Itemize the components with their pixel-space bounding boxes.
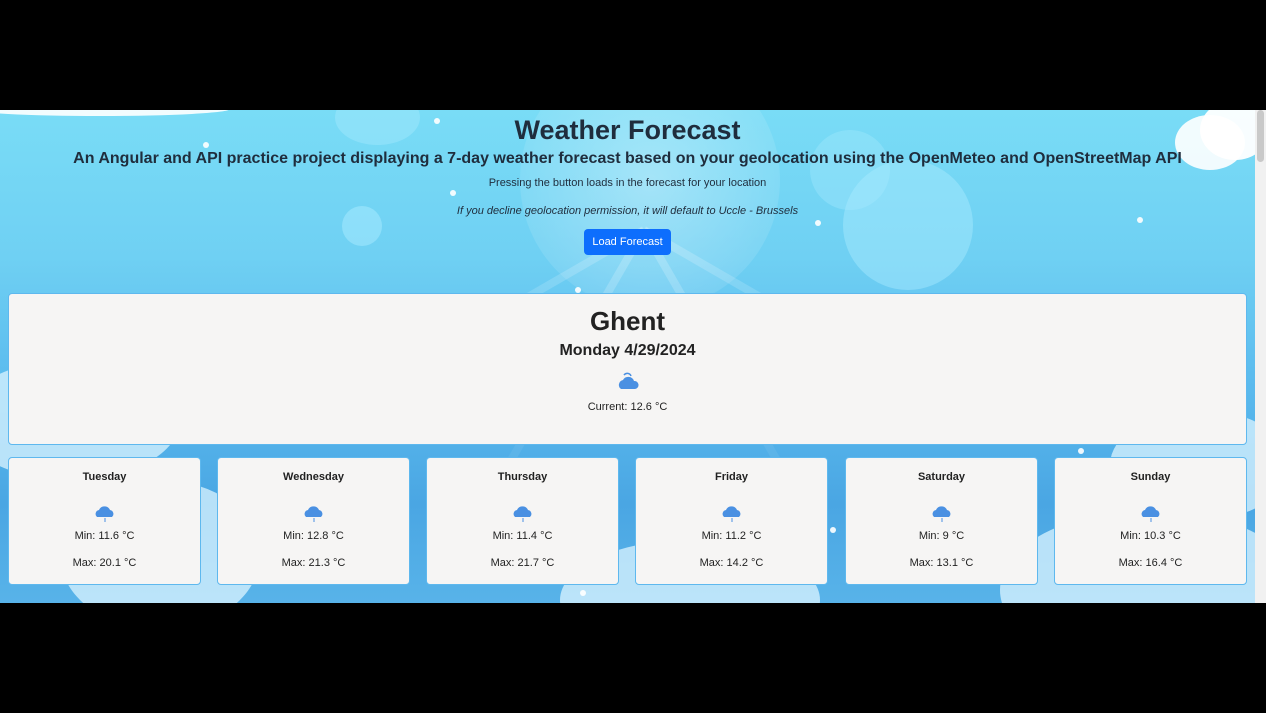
max-temperature: Max: 21.3 °C (281, 557, 346, 569)
cloud-rain-icon (302, 504, 326, 524)
cloud-rain-icon (511, 504, 535, 524)
forecast-card: Thursday Min: 11.4 °C Max: 21.7 °C (426, 457, 619, 585)
forecast-card: Sunday Min: 10.3 °C Max: 16.4 °C (1054, 457, 1247, 585)
cloud-rain-icon (720, 504, 744, 524)
sparkle (1078, 448, 1084, 454)
day-name: Wednesday (283, 471, 344, 483)
sparkle (580, 590, 586, 596)
vertical-scrollbar[interactable] (1255, 110, 1266, 603)
current-temperature: Current: 12.6 °C (587, 401, 668, 413)
page-header: Weather Forecast An Angular and API prac… (0, 110, 1255, 255)
min-temperature: Min: 12.8 °C (283, 530, 344, 542)
scrollbar-thumb[interactable] (1257, 110, 1264, 162)
cloud-rain-icon (1139, 504, 1163, 524)
load-forecast-button[interactable]: Load Forecast (584, 229, 671, 255)
max-temperature: Max: 20.1 °C (72, 557, 137, 569)
forecast-card: Tuesday Min: 11.6 °C Max: 20.1 °C (8, 457, 201, 585)
cloud-rain-icon (93, 504, 117, 524)
min-temperature: Min: 11.6 °C (74, 530, 135, 542)
max-temperature: Max: 14.2 °C (699, 557, 764, 569)
city-name: Ghent (589, 306, 666, 336)
min-temperature: Min: 10.3 °C (1120, 530, 1181, 542)
current-weather-card: Ghent Monday 4/29/2024 Current: 12.6 °C (8, 293, 1247, 445)
day-name: Sunday (1130, 471, 1171, 483)
max-temperature: Max: 13.1 °C (909, 557, 974, 569)
day-name: Friday (714, 471, 748, 483)
max-temperature: Max: 16.4 °C (1118, 557, 1183, 569)
instruction-text: Pressing the button loads in the forecas… (488, 177, 767, 189)
forecast-card: Saturday Min: 9 °C Max: 13.1 °C (845, 457, 1038, 585)
geolocation-note: If you decline geolocation permission, i… (456, 205, 799, 217)
cloud-sun-icon (616, 371, 640, 393)
day-name: Thursday (497, 471, 548, 483)
day-name: Tuesday (82, 471, 127, 483)
page-title: Weather Forecast (514, 115, 741, 145)
min-temperature: Min: 11.4 °C (492, 530, 553, 542)
max-temperature: Max: 21.7 °C (490, 557, 555, 569)
page-subtitle: An Angular and API practice project disp… (73, 150, 1182, 167)
forecast-card: Wednesday Min: 12.8 °C Max: 21.3 °C (217, 457, 410, 585)
min-temperature: Min: 9 °C (918, 530, 965, 542)
forecast-list: Tuesday Min: 11.6 °C Max: 20.1 °C Wednes… (8, 457, 1248, 585)
min-temperature: Min: 11.2 °C (701, 530, 762, 542)
current-date: Monday 4/29/2024 (559, 342, 696, 359)
cloud-rain-icon (930, 504, 954, 524)
forecast-card: Friday Min: 11.2 °C Max: 14.2 °C (635, 457, 828, 585)
day-name: Saturday (917, 471, 966, 483)
page-viewport: Weather Forecast An Angular and API prac… (0, 110, 1255, 603)
